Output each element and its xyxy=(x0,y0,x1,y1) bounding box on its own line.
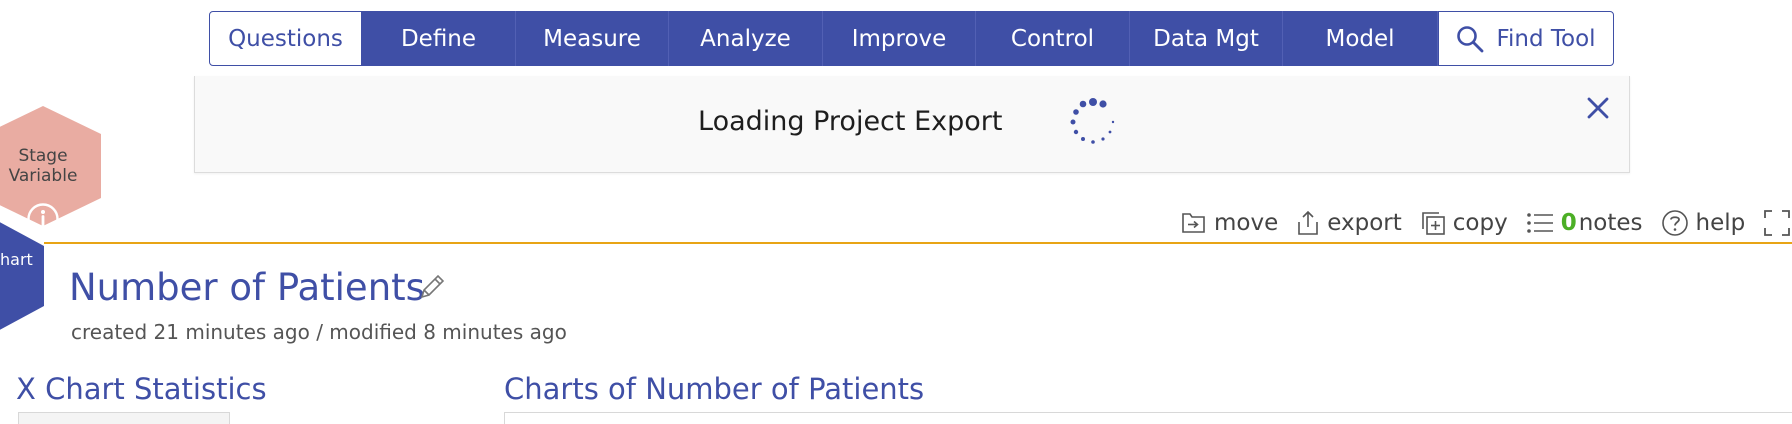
tool-toolbar: move export copy 0 notes help xyxy=(1181,206,1792,240)
top-nav: Questions Define Measure Analyze Improve… xyxy=(209,11,1614,66)
loading-banner: Loading Project Export xyxy=(194,76,1630,173)
export-button[interactable]: export xyxy=(1296,210,1402,236)
nav-tab-data-mgt[interactable]: Data Mgt xyxy=(1130,11,1283,66)
help-icon xyxy=(1661,209,1696,237)
app-page: Questions Define Measure Analyze Improve… xyxy=(0,0,1792,424)
nav-tab-model[interactable]: Model xyxy=(1283,11,1438,66)
close-icon[interactable] xyxy=(1584,94,1612,122)
move-label: move xyxy=(1214,210,1279,236)
find-tool-button[interactable]: Find Tool xyxy=(1438,11,1614,66)
notes-button[interactable]: 0 notes xyxy=(1526,210,1643,236)
notes-label: notes xyxy=(1578,210,1643,236)
copy-icon xyxy=(1420,210,1453,236)
charts-section-title: Charts of Number of Patients xyxy=(504,372,925,406)
nav-tab-improve[interactable]: Improve xyxy=(823,11,976,66)
nav-tab-measure[interactable]: Measure xyxy=(516,11,669,66)
loading-banner-text: Loading Project Export xyxy=(698,106,1003,137)
nav-tab-define[interactable]: Define xyxy=(362,11,516,66)
help-button[interactable]: help xyxy=(1661,209,1746,237)
chart-hexagon[interactable] xyxy=(0,218,44,334)
move-button[interactable]: move xyxy=(1181,210,1278,236)
maximize-icon xyxy=(1763,209,1792,237)
toolbar-divider xyxy=(44,242,1792,244)
notes-icon xyxy=(1526,211,1561,235)
search-icon xyxy=(1456,25,1484,53)
page-meta: created 21 minutes ago / modified 8 minu… xyxy=(71,320,567,344)
spinner-icon xyxy=(1068,96,1118,148)
pencil-icon[interactable] xyxy=(417,272,447,302)
nav-tab-analyze[interactable]: Analyze xyxy=(669,11,823,66)
copy-button[interactable]: copy xyxy=(1420,210,1508,236)
nav-tab-questions[interactable]: Questions xyxy=(209,11,362,66)
page-title: Number of Patients xyxy=(69,266,425,309)
stats-section-title: X Chart Statistics xyxy=(16,372,267,406)
notes-count: 0 xyxy=(1560,210,1577,236)
export-label: export xyxy=(1327,210,1402,236)
charts-panel xyxy=(504,412,1792,424)
chart-hexagon-label: hart xyxy=(0,250,33,269)
export-icon xyxy=(1296,210,1327,236)
help-label: help xyxy=(1695,210,1746,236)
stage-variable-label: Stage Variable xyxy=(8,146,78,186)
copy-label: copy xyxy=(1452,210,1508,236)
move-icon xyxy=(1181,211,1214,235)
find-tool-label: Find Tool xyxy=(1496,25,1596,52)
nav-tab-control[interactable]: Control xyxy=(976,11,1130,66)
maximize-button[interactable]: ma xyxy=(1763,209,1792,237)
stats-panel xyxy=(18,412,230,424)
